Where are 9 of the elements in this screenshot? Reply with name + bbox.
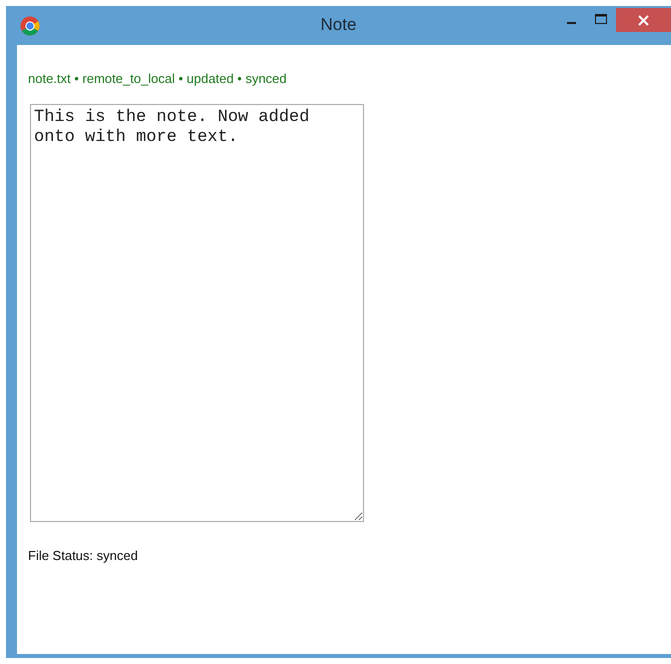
minimize-icon: [566, 22, 576, 24]
app-icon: [20, 16, 40, 36]
close-icon: [638, 14, 649, 26]
note-textarea[interactable]: This is the note. Now added onto with more text.: [30, 104, 364, 522]
window-title: Note: [320, 15, 356, 34]
file-status: File Status: synced: [28, 548, 139, 563]
close-button[interactable]: [616, 8, 671, 32]
maximize-icon: [595, 14, 607, 24]
status-line: note.txt • remote_to_local • updated • synced: [28, 71, 288, 86]
